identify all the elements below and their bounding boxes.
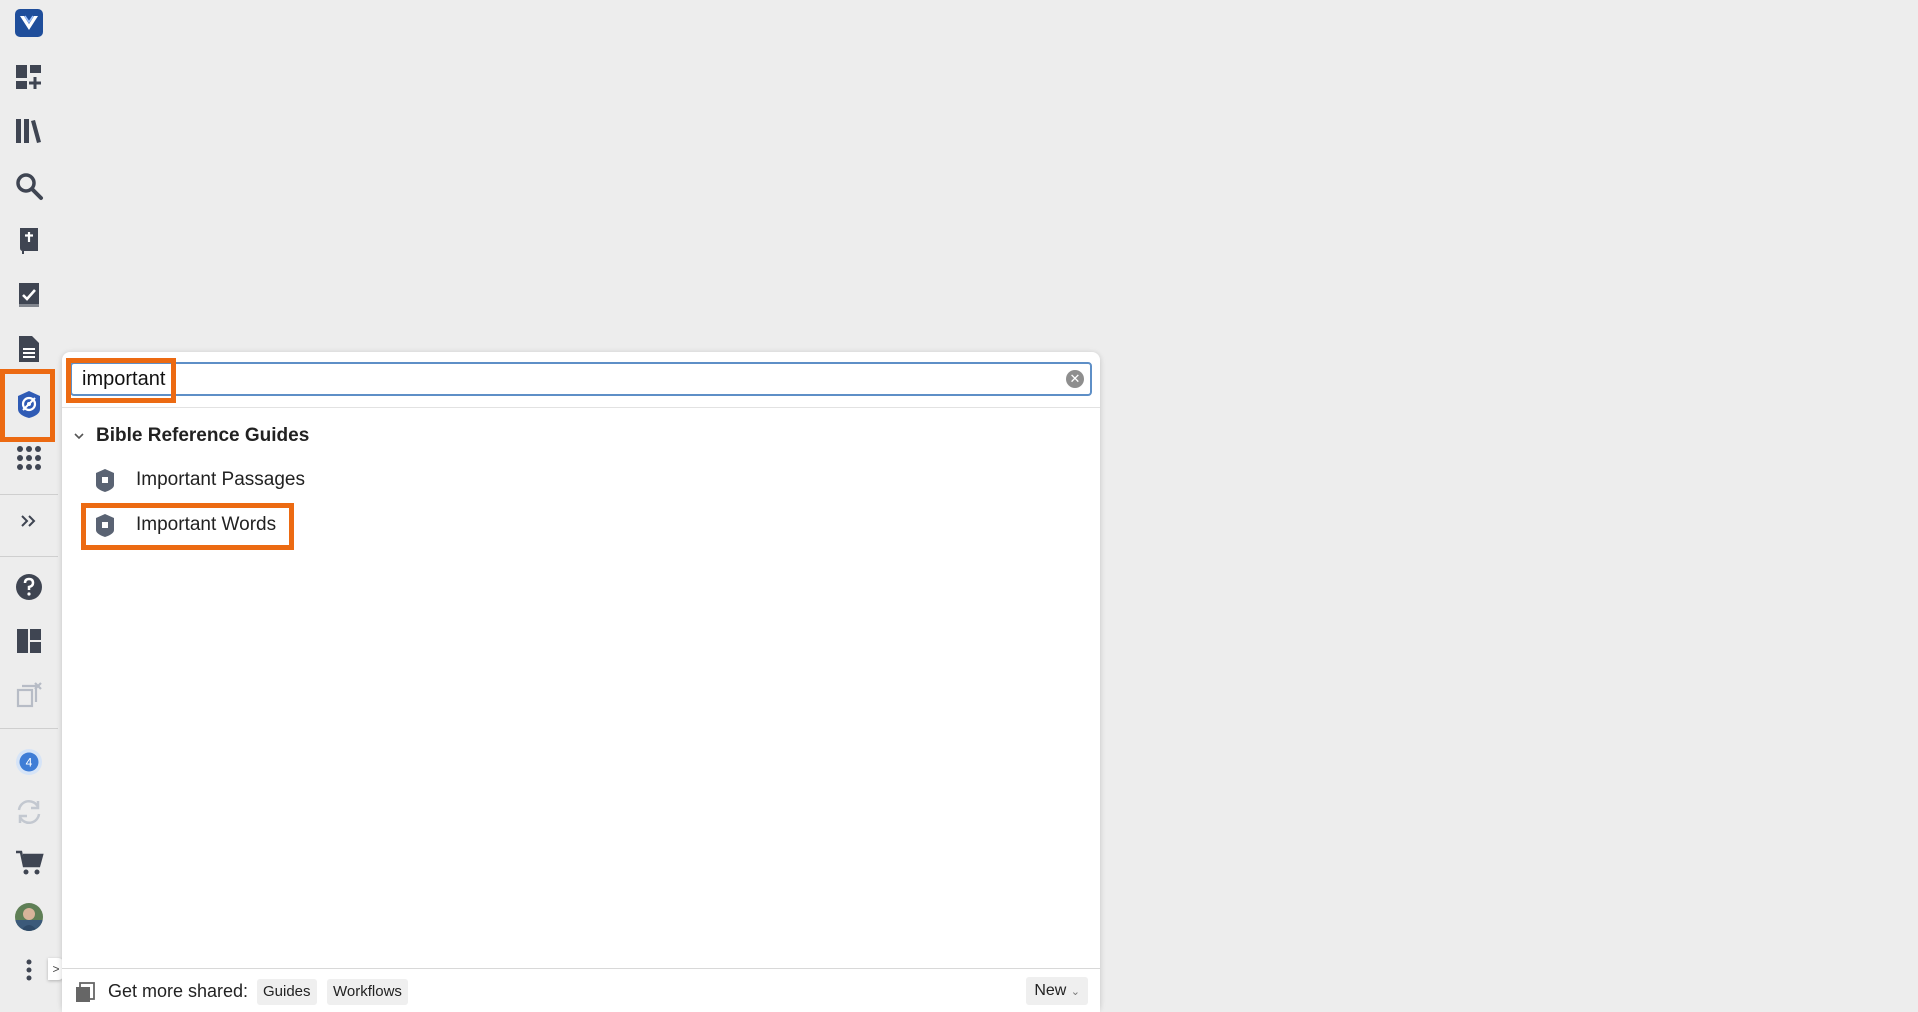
guide-icon xyxy=(92,467,118,493)
library-icon[interactable] xyxy=(9,111,49,151)
sidebar-divider xyxy=(0,494,58,495)
panel-divider xyxy=(62,407,1100,408)
tools-grid-icon[interactable] xyxy=(9,438,49,478)
add-layout-icon[interactable] xyxy=(9,57,49,97)
sidebar-divider xyxy=(0,728,58,729)
result-item-label: Important Words xyxy=(136,514,277,535)
group-header-bible-reference-guides[interactable]: Bible Reference Guides xyxy=(72,422,309,450)
result-item-important-passages[interactable]: Important Passages xyxy=(92,462,305,498)
more-icon[interactable] xyxy=(9,950,49,990)
shared-docs-icon xyxy=(74,981,96,1003)
layouts-icon[interactable] xyxy=(9,621,49,661)
checklist-icon[interactable] xyxy=(9,275,49,315)
guides-panel: ✕ Bible Reference Guides Important Passa… xyxy=(62,352,1100,1012)
guides-chip[interactable]: Guides xyxy=(257,979,317,1005)
search-input[interactable] xyxy=(76,364,1036,394)
expand-icon[interactable] xyxy=(9,501,49,541)
cart-icon[interactable] xyxy=(9,842,49,882)
result-item-label: Important Passages xyxy=(136,469,305,490)
chevron-down-icon xyxy=(72,429,86,443)
logo-icon[interactable] xyxy=(9,3,49,43)
clear-search-icon[interactable]: ✕ xyxy=(1066,370,1084,388)
guides-icon[interactable] xyxy=(9,384,49,424)
group-title: Bible Reference Guides xyxy=(96,425,310,446)
guide-icon xyxy=(92,512,118,538)
help-icon[interactable] xyxy=(9,567,49,607)
result-item-important-words[interactable]: Important Words xyxy=(92,507,276,543)
chevron-down-icon: ⌄ xyxy=(1070,986,1080,998)
search-box: ✕ xyxy=(70,362,1092,396)
notification-count: 4 xyxy=(26,756,33,770)
document-icon[interactable] xyxy=(9,329,49,369)
avatar[interactable] xyxy=(9,897,49,937)
sidebar: 4 xyxy=(0,0,58,997)
search-icon[interactable] xyxy=(9,166,49,206)
panel-footer: Get more shared: Guides Workflows New ⌄ xyxy=(62,968,1100,1012)
sync-icon[interactable] xyxy=(9,792,49,832)
notifications-icon[interactable]: 4 xyxy=(9,742,49,782)
footer-label: Get more shared: xyxy=(108,981,249,1001)
sidebar-divider xyxy=(0,556,58,557)
new-label: New xyxy=(1034,982,1067,999)
bible-icon[interactable] xyxy=(9,220,49,260)
new-dropdown-button[interactable]: New ⌄ xyxy=(1026,977,1088,1005)
workflows-chip[interactable]: Workflows xyxy=(327,979,408,1005)
close-panels-icon[interactable] xyxy=(9,675,49,715)
